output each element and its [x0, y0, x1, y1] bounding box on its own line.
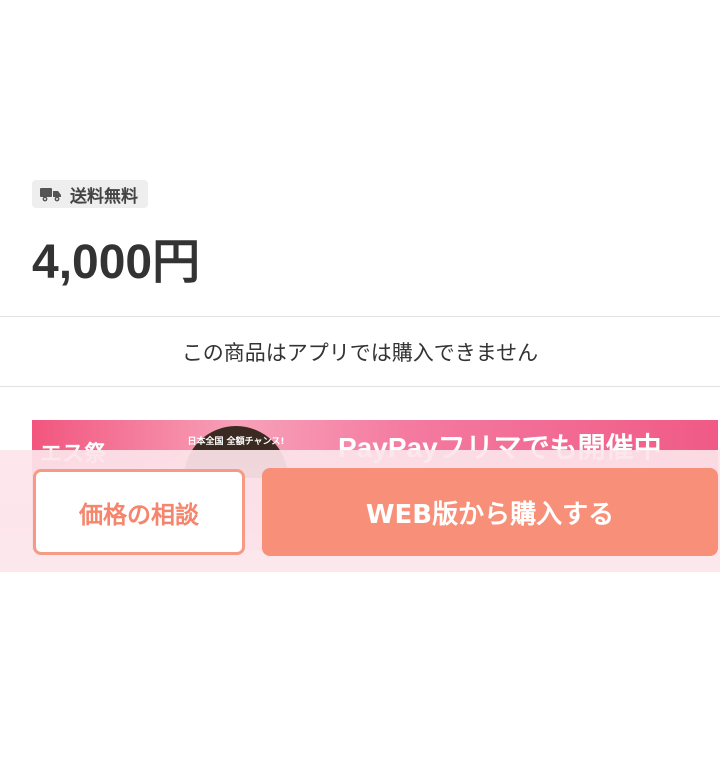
free-shipping-label: 送料無料 [70, 186, 138, 207]
app-purchase-unavailable-notice: この商品はアプリでは購入できません [181, 340, 539, 365]
item-price: 4,000円 [32, 236, 201, 289]
truck-icon [40, 186, 62, 202]
item-purchase-page: 送料無料 4,000円 この商品はアプリでは購入できません エス祭 日本全国 全… [0, 0, 720, 760]
free-shipping-badge: 送料無料 [32, 180, 148, 208]
divider [0, 386, 720, 387]
buy-on-web-button[interactable]: WEB版から購入する [262, 468, 718, 556]
price-negotiation-button[interactable]: 価格の相談 [33, 469, 245, 555]
